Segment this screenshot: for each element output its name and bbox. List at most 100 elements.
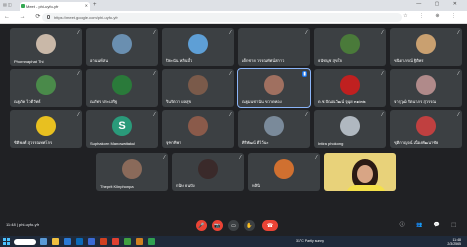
participant-tile[interactable]: ⁄ ชิติพงศ์ สุวรรณทศโกร bbox=[10, 110, 82, 148]
avatar bbox=[274, 158, 294, 179]
camera-toggle-button[interactable]: 📷 bbox=[212, 220, 223, 231]
participant-tile[interactable]: ⁄ ด.ช.ปัณณวัฒน์ จุนุย ๓๑/๓๒ bbox=[314, 69, 386, 107]
task-view-icon[interactable] bbox=[40, 238, 47, 245]
self-shirt bbox=[346, 185, 386, 191]
tab-close-icon[interactable]: ✕ bbox=[85, 3, 88, 8]
participant-tile[interactable]: ⁄ ชุติกาญจน์ เนื่องพัฒนาชัย bbox=[390, 110, 462, 148]
participant-tile[interactable]: ⁄ เด็กชาย วรรณทัศน์สกาว bbox=[238, 28, 310, 66]
meeting-time: 11:48 bbox=[6, 222, 16, 227]
word-icon[interactable] bbox=[88, 238, 95, 245]
navigation-buttons[interactable]: ← → ⟳ bbox=[4, 13, 44, 20]
participant-tile[interactable]: ⁄ ณภัทร ประเสริฐ bbox=[86, 69, 158, 107]
participant-tile[interactable]: ⁄ รินรัตวา ผลสุข bbox=[162, 69, 234, 107]
mic-muted-icon: ⁄ bbox=[458, 112, 459, 118]
mic-muted-icon: ⁄ bbox=[240, 155, 241, 161]
participant-tile[interactable]: ⁄ ปิยะนัน หลินบั้ว bbox=[162, 28, 234, 66]
participant-name: ชนิดาภรณ์ ฐิติพร bbox=[394, 58, 424, 63]
participant-tile[interactable]: ⁄ กนิษ ธนปัง bbox=[172, 153, 244, 191]
file-explorer-icon[interactable] bbox=[52, 238, 59, 245]
meet-app-icon[interactable] bbox=[148, 238, 155, 245]
avatar bbox=[340, 74, 360, 95]
participant-tile[interactable]: ⁄ ธนัชนุช สุขใจ bbox=[314, 28, 386, 66]
firefox-icon[interactable] bbox=[136, 238, 143, 245]
avatar bbox=[340, 115, 360, 136]
participant-name: ศิริพัฒน์ ดีไว้นะ bbox=[242, 140, 269, 145]
avatar bbox=[340, 33, 360, 54]
mic-muted-icon: ⁄ bbox=[458, 71, 459, 77]
participant-tile[interactable]: ⁄ หลินิ bbox=[248, 153, 320, 191]
participant-tile[interactable]: ⁄ ณฐภัค ไวดีวัทธ์ bbox=[10, 69, 82, 107]
participant-name: ธนัชนุช สุขใจ bbox=[318, 58, 342, 63]
participant-tile[interactable]: ⁄ จุฑาทิพา bbox=[162, 110, 234, 148]
system-clock[interactable]: 11:48 2/3/2565 bbox=[447, 238, 461, 246]
avatar bbox=[416, 115, 436, 136]
mic-muted-icon: ⁄ bbox=[154, 71, 155, 77]
mic-muted-icon: ⁄ bbox=[316, 155, 317, 161]
participant-tile[interactable]: ⁄ Theprit Klinphonpa bbox=[96, 153, 168, 191]
self-view-tile[interactable] bbox=[324, 153, 396, 191]
mic-muted-icon: ⁄ bbox=[306, 112, 307, 118]
avatar bbox=[416, 74, 436, 95]
participant-name: อานนท์สน bbox=[90, 58, 108, 63]
participant-tile[interactable]: ⁄ Intira phokong bbox=[314, 110, 386, 148]
self-face bbox=[357, 165, 373, 183]
chrome-icon[interactable] bbox=[112, 238, 119, 245]
mail-icon[interactable] bbox=[64, 238, 71, 245]
participant-tile[interactable]: ⁄ ศิริพัฒน์ ดีไว้นะ bbox=[238, 110, 310, 148]
toolbar-icons[interactable]: ☆ ⋮ ⊕ ⋮ bbox=[403, 13, 461, 19]
participant-tile[interactable]: ⁄ อานนท์สน bbox=[86, 28, 158, 66]
participant-name: ด.ช.ปัณณวัฒน์ จุนุย ๓๑/๓๒ bbox=[318, 99, 366, 104]
end-call-button[interactable]: ☎ bbox=[262, 220, 278, 231]
avatar bbox=[188, 33, 208, 54]
meet-favicon-icon bbox=[21, 4, 25, 8]
clock-date: 2/3/2565 bbox=[447, 242, 461, 246]
meeting-code: phi-uyfo-yfr bbox=[19, 222, 40, 227]
avatar bbox=[112, 74, 132, 95]
avatar bbox=[264, 74, 284, 95]
window-controls[interactable]: — ▢ ✕ bbox=[416, 1, 463, 7]
participant-name: จุฑาทิพา bbox=[166, 140, 182, 145]
avatar bbox=[36, 115, 56, 136]
initial-avatar: S bbox=[112, 115, 132, 136]
participant-name: Suphakorn Manowattakul bbox=[90, 141, 136, 146]
participant-tile[interactable]: ⁄ ชนิดาภรณ์ ฐิติพร bbox=[390, 28, 462, 66]
participant-name: Intira phokong bbox=[318, 141, 344, 146]
powerpoint-icon[interactable] bbox=[100, 238, 107, 245]
avatar bbox=[112, 33, 132, 54]
participant-name: ชุติกาญจน์ เนื่องพัฒนาชัย bbox=[394, 140, 439, 145]
mic-muted-icon: ⁄ bbox=[382, 112, 383, 118]
participant-name: กนิษ ธนปัง bbox=[176, 183, 195, 188]
taskbar-search[interactable] bbox=[14, 239, 36, 245]
avatar bbox=[264, 115, 284, 136]
present-button[interactable]: ▭ bbox=[228, 220, 239, 231]
line-icon[interactable] bbox=[124, 238, 131, 245]
mic-muted-icon: ⁄ bbox=[164, 155, 165, 161]
participant-grid: ⁄ Phornnaphat Thi ⁄ อานนท์สน ⁄ ปิยะนัน หลินบั… bbox=[0, 26, 467, 216]
address-bar[interactable]: https://meet.google.com/phi-uyfo-yfr bbox=[42, 13, 402, 22]
mic-muted-icon: ⁄ bbox=[78, 71, 79, 77]
mic-muted-icon: ⁄ bbox=[458, 30, 459, 36]
windows-taskbar: 31°C Partly sunny 11:48 2/3/2565 bbox=[0, 236, 467, 247]
participant-tile[interactable]: S ⁄ Suphakorn Manowattakul bbox=[86, 110, 158, 148]
mic-muted-icon: ⁄ bbox=[230, 112, 231, 118]
participant-tile[interactable]: ⁄ Phornnaphat Thi bbox=[10, 28, 82, 66]
browser-tab-meet[interactable]: Meet - phi-uyfo-yfr ✕ bbox=[20, 2, 90, 11]
participant-name: ณฐภัค ไวดีวัทธ์ bbox=[14, 99, 41, 104]
weather-widget[interactable]: 31°C Partly sunny bbox=[296, 239, 324, 243]
meet-side-controls[interactable]: ⓘ 👥 💬 ⬚ bbox=[400, 221, 461, 228]
store-icon[interactable] bbox=[76, 238, 83, 245]
mic-muted-icon: ⁄ bbox=[230, 30, 231, 36]
mic-muted-icon: ⁄ bbox=[154, 112, 155, 118]
participant-tile[interactable]: ▮ ณฐมนชานัน ขวาดทอง bbox=[237, 68, 311, 108]
window-menu-icon[interactable]: ▤ ◫ bbox=[3, 2, 12, 7]
participant-tile[interactable]: ⁄ จารุวุฒิ รัตนาภร สุวรรณ bbox=[390, 69, 462, 107]
new-tab-button[interactable]: + bbox=[93, 2, 97, 9]
mic-muted-icon: ⁄ bbox=[78, 30, 79, 36]
participant-name: ปิยะนัน หลินบั้ว bbox=[166, 58, 193, 63]
mic-muted-icon: ⁄ bbox=[382, 30, 383, 36]
start-button[interactable] bbox=[3, 238, 10, 245]
mic-toggle-button[interactable]: 🎤 bbox=[196, 220, 207, 231]
tab-title: Meet - phi-uyfo-yfr bbox=[26, 4, 59, 9]
participant-name: ณภัทร ประเสริฐ bbox=[90, 99, 118, 104]
raise-hand-button[interactable]: ✋ bbox=[244, 220, 255, 231]
